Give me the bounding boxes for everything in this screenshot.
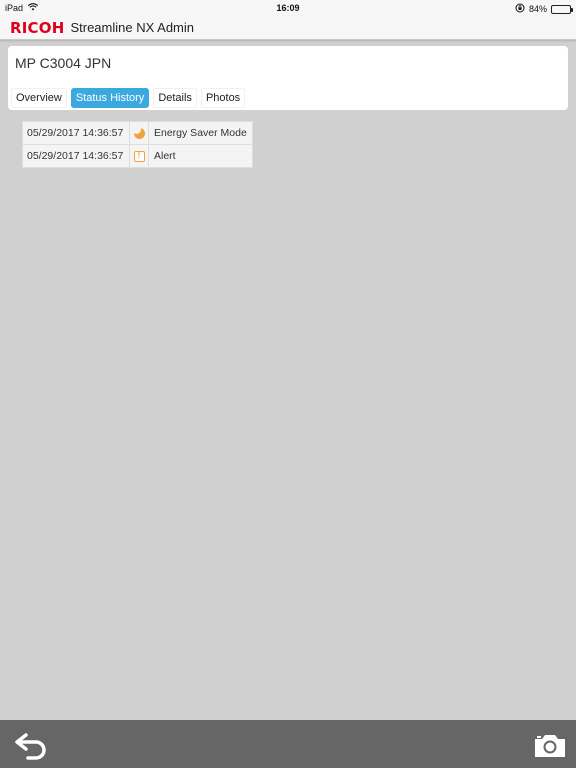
battery-percent: 84% xyxy=(528,4,547,14)
status-history-table: 05/29/2017 14:36:57 Energy Saver Mode 05… xyxy=(22,121,253,168)
camera-button[interactable] xyxy=(532,730,568,760)
timestamp-cell: 05/29/2017 14:36:57 xyxy=(22,121,130,145)
clock: 16:09 xyxy=(276,3,300,13)
device-name: MP C3004 JPN xyxy=(15,55,112,71)
rotation-lock-icon xyxy=(515,3,525,15)
tab-photos[interactable]: Photos xyxy=(200,88,246,108)
app-header: RICOH Streamline NX Admin xyxy=(0,16,576,40)
battery-icon xyxy=(551,4,573,14)
back-button[interactable] xyxy=(14,730,50,760)
alert-icon: ! xyxy=(133,150,145,162)
status-cell: Energy Saver Mode xyxy=(148,121,253,145)
back-arrow-icon xyxy=(15,733,46,760)
tab-details[interactable]: Details xyxy=(153,88,197,108)
device-card: MP C3004 JPN Overview Status History Det… xyxy=(8,46,568,110)
moon-icon xyxy=(131,124,145,139)
ricoh-logo: RICOH xyxy=(10,18,65,37)
app-title: Streamline NX Admin xyxy=(70,20,195,35)
table-row: 05/29/2017 14:36:57 Energy Saver Mode xyxy=(22,121,253,145)
bottom-toolbar xyxy=(0,720,576,768)
tab-overview[interactable]: Overview xyxy=(11,88,67,108)
tab-bar: Overview Status History Details Photos xyxy=(11,88,246,108)
camera-icon xyxy=(535,735,565,757)
tab-status-history[interactable]: Status History xyxy=(70,88,150,108)
status-cell: Alert xyxy=(148,144,253,168)
status-bar: iPad 16:09 84% xyxy=(0,0,576,16)
table-row: 05/29/2017 14:36:57 ! Alert xyxy=(22,144,253,168)
timestamp-cell: 05/29/2017 14:36:57 xyxy=(22,144,130,168)
